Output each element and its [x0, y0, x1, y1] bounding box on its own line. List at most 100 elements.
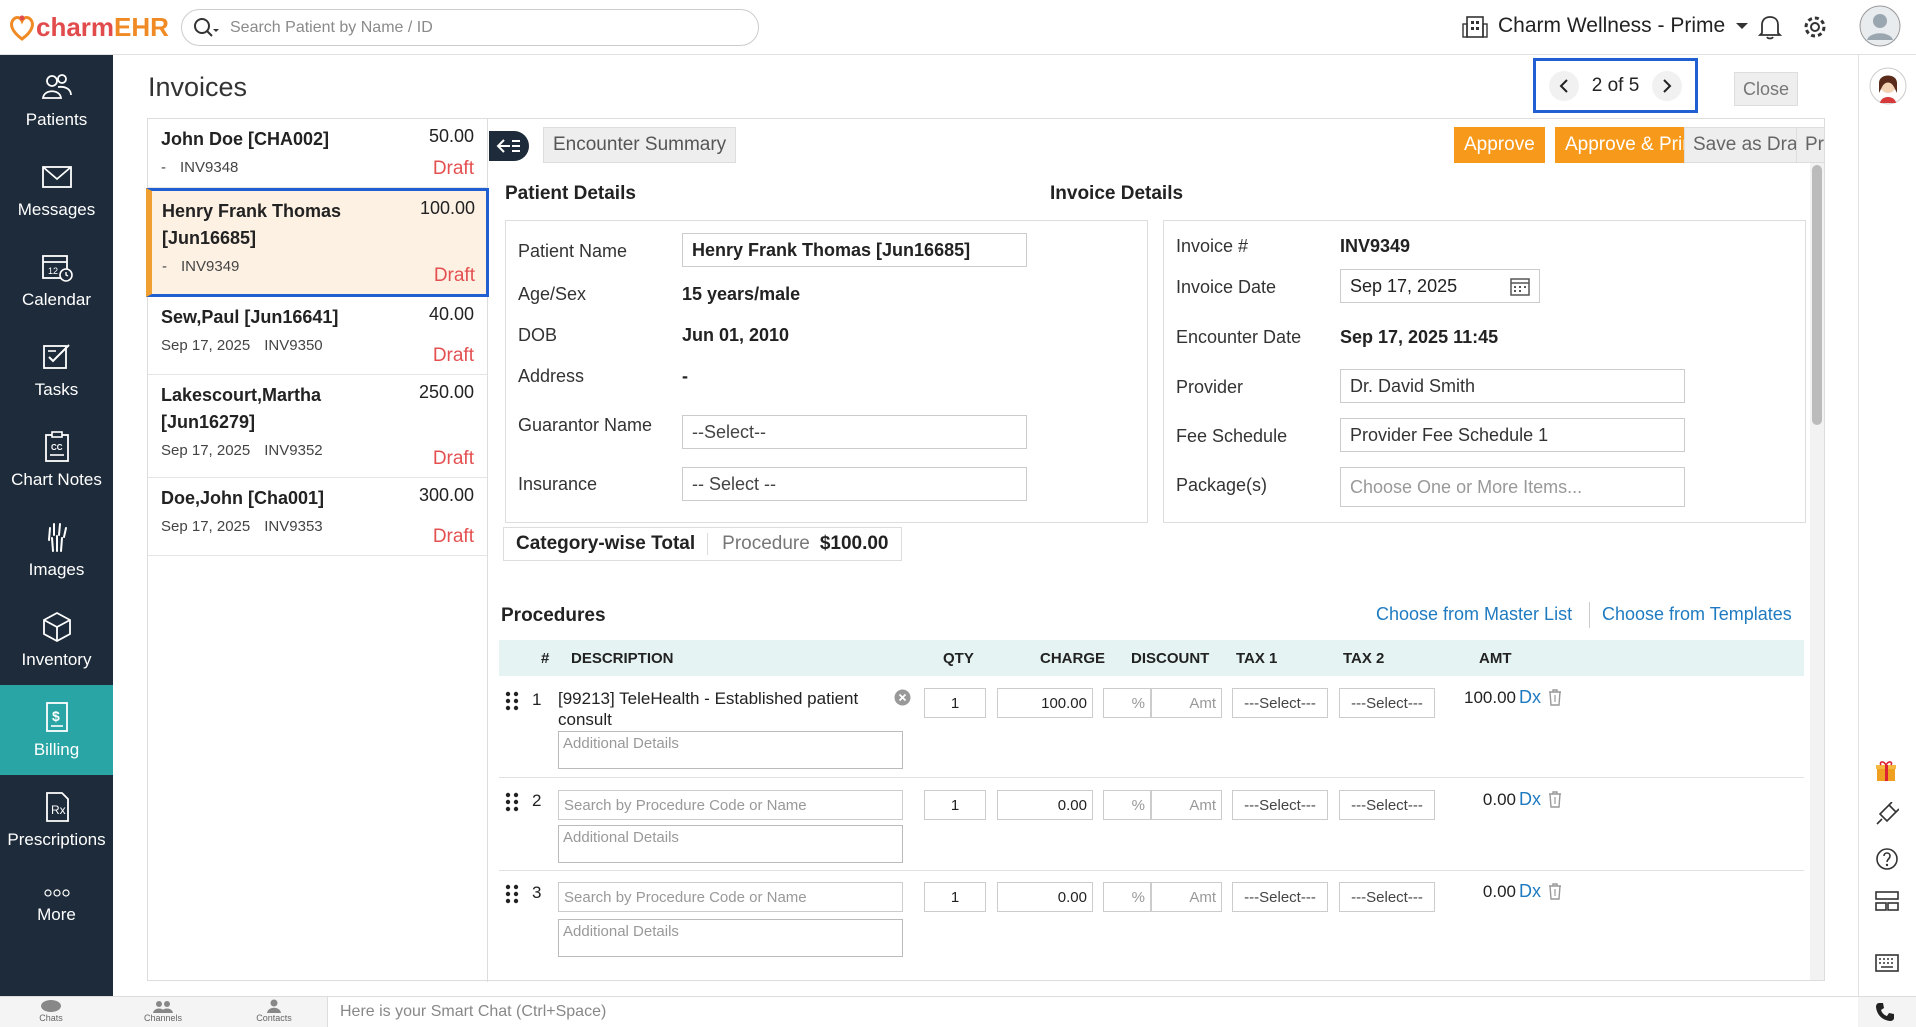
- content-scrollbar[interactable]: [1810, 163, 1824, 980]
- dx-link[interactable]: Dx: [1519, 687, 1541, 708]
- search-input[interactable]: [230, 18, 730, 37]
- insurance-select[interactable]: -- Select --: [682, 467, 1027, 501]
- chats-button[interactable]: Chats: [21, 999, 81, 1023]
- invoice-list-item-selected[interactable]: Henry Frank Thomas [Jun16685] 100.00 - IN…: [146, 188, 489, 297]
- svg-text:CC: CC: [51, 443, 63, 452]
- patient-search[interactable]: [181, 9, 759, 46]
- procedure-search-input[interactable]: Search by Procedure Code or Name: [558, 882, 903, 912]
- category-total-label: Category-wise Total: [504, 533, 709, 555]
- discount-percent-input[interactable]: %: [1103, 688, 1151, 718]
- gear-icon[interactable]: [1802, 14, 1828, 45]
- additional-details-input[interactable]: Additional Details: [558, 919, 903, 957]
- sidebar-item-images[interactable]: Images: [0, 505, 113, 595]
- drag-handle-icon[interactable]: [505, 691, 519, 711]
- sidebar-item-patients[interactable]: Patients: [0, 55, 113, 145]
- user-avatar[interactable]: [1858, 4, 1902, 53]
- assistant-avatar[interactable]: [1869, 67, 1907, 105]
- tax1-select[interactable]: ---Select---: [1232, 688, 1328, 718]
- charge-input[interactable]: 0.00: [997, 882, 1093, 912]
- sidebar-item-more[interactable]: More: [0, 865, 113, 947]
- invoice-list-item[interactable]: Doe,John [Cha001] 300.00 Sep 17, 2025 INV…: [148, 478, 487, 556]
- templates-link[interactable]: Choose from Templates: [1602, 604, 1792, 625]
- billing-icon: $: [45, 702, 68, 732]
- scrollbar-thumb[interactable]: [1812, 165, 1822, 425]
- additional-details-input[interactable]: Additional Details: [558, 731, 903, 769]
- bell-icon[interactable]: [1757, 14, 1783, 45]
- plug-icon[interactable]: [1875, 802, 1899, 826]
- charmehr-logo[interactable]: charmEHR: [8, 12, 169, 42]
- dx-link[interactable]: Dx: [1519, 789, 1541, 810]
- drag-handle-icon[interactable]: [505, 884, 519, 904]
- drag-handle-icon[interactable]: [505, 792, 519, 812]
- charge-input[interactable]: 0.00: [997, 790, 1093, 820]
- invoice-list-item[interactable]: John Doe [CHA002] 50.00 - INV9348 Draft: [148, 119, 487, 188]
- sidebar-item-label: Tasks: [34, 380, 79, 399]
- prev-invoice-button[interactable]: [1548, 70, 1579, 101]
- layout-icon[interactable]: [1875, 890, 1899, 912]
- gift-icon[interactable]: [1875, 760, 1897, 782]
- sidebar-item-chart-notes[interactable]: CC Chart Notes: [0, 415, 113, 505]
- fee-schedule-field[interactable]: Provider Fee Schedule 1: [1340, 418, 1685, 452]
- clinic-selector[interactable]: Charm Wellness - Prime: [1462, 14, 1749, 38]
- invoice-list-item[interactable]: Sew,Paul [Jun16641] 40.00 Sep 17, 2025 IN…: [148, 297, 487, 375]
- sidebar-item-billing[interactable]: $ Billing: [0, 685, 113, 775]
- discount-amt-input[interactable]: Amt: [1151, 882, 1222, 912]
- close-button[interactable]: Close: [1734, 72, 1798, 106]
- collapse-list-button[interactable]: [489, 131, 529, 161]
- channels-button[interactable]: Channels: [133, 999, 193, 1023]
- encounter-summary-button[interactable]: Encounter Summary: [543, 127, 737, 163]
- trash-icon[interactable]: [1548, 791, 1562, 808]
- app-root: charmEHR Charm Wellness - Prime Patients…: [0, 0, 1916, 1027]
- sidebar-item-tasks[interactable]: Tasks: [0, 325, 113, 415]
- qty-input[interactable]: 1: [924, 882, 986, 912]
- provider-field[interactable]: Dr. David Smith: [1340, 369, 1685, 403]
- search-icon[interactable]: [182, 17, 230, 39]
- patient-name-field[interactable]: Henry Frank Thomas [Jun16685]: [682, 233, 1027, 267]
- invoice-list-item[interactable]: Lakescourt,Martha [Jun16279] 250.00 Sep …: [148, 375, 487, 478]
- guarantor-select[interactable]: --Select--: [682, 415, 1027, 449]
- tax2-select[interactable]: ---Select---: [1339, 790, 1435, 820]
- discount-percent-input[interactable]: %: [1103, 882, 1151, 912]
- calendar-picker-icon[interactable]: [1510, 276, 1530, 296]
- keyboard-icon[interactable]: [1875, 953, 1899, 973]
- sidebar-item-calendar[interactable]: 12 Calendar: [0, 235, 113, 325]
- building-icon: [1462, 16, 1488, 38]
- invoice-date-label: Invoice Date: [1176, 277, 1277, 297]
- phone-icon[interactable]: [1874, 1001, 1896, 1023]
- tax1-select[interactable]: ---Select---: [1232, 790, 1328, 820]
- invoice-number: INV9352: [264, 442, 323, 459]
- qty-input[interactable]: 1: [924, 688, 986, 718]
- discount-amt-input[interactable]: Amt: [1151, 790, 1222, 820]
- invoice-number: INV9348: [180, 159, 239, 176]
- tax1-select[interactable]: ---Select---: [1232, 882, 1328, 912]
- procedures-table-header: # DESCRIPTION QTY CHARGE DISCOUNT TAX 1 …: [499, 640, 1804, 676]
- packages-field[interactable]: Choose One or More Items...: [1340, 467, 1685, 507]
- discount-percent-input[interactable]: %: [1103, 790, 1151, 820]
- sidebar-item-inventory[interactable]: Inventory: [0, 595, 113, 685]
- help-icon[interactable]: [1875, 847, 1899, 871]
- approve-button[interactable]: Approve: [1454, 127, 1545, 163]
- dx-link[interactable]: Dx: [1519, 881, 1541, 902]
- procedure-search-input[interactable]: Search by Procedure Code or Name: [558, 790, 903, 820]
- charge-input[interactable]: 100.00: [997, 688, 1093, 718]
- sidebar-item-messages[interactable]: Messages: [0, 145, 113, 235]
- tax2-select[interactable]: ---Select---: [1339, 882, 1435, 912]
- channels-label: Channels: [143, 1013, 183, 1023]
- next-invoice-button[interactable]: [1652, 70, 1683, 101]
- invoice-date-value: Sep 17, 2025: [1350, 275, 1458, 296]
- clear-icon[interactable]: [894, 689, 911, 706]
- sidebar-item-prescriptions[interactable]: Rx Prescriptions: [0, 775, 113, 865]
- qty-input[interactable]: 1: [924, 790, 986, 820]
- contacts-button[interactable]: Contacts: [244, 999, 304, 1023]
- additional-details-input[interactable]: Additional Details: [558, 825, 903, 863]
- smart-chat-input[interactable]: Here is your Smart Chat (Ctrl+Space): [327, 997, 1858, 1027]
- invoice-date: Sep 17, 2025: [161, 337, 251, 354]
- invoice-date-field[interactable]: Sep 17, 2025: [1340, 269, 1540, 303]
- preview-button[interactable]: Preview: [1796, 127, 1824, 163]
- trash-icon[interactable]: [1548, 883, 1562, 900]
- discount-amt-input[interactable]: Amt: [1151, 688, 1222, 718]
- tax2-select[interactable]: ---Select---: [1339, 688, 1435, 718]
- master-list-link[interactable]: Choose from Master List: [1376, 604, 1572, 625]
- invoice-detail: Encounter Summary Approve Approve & Prin…: [488, 119, 1824, 980]
- trash-icon[interactable]: [1548, 689, 1562, 706]
